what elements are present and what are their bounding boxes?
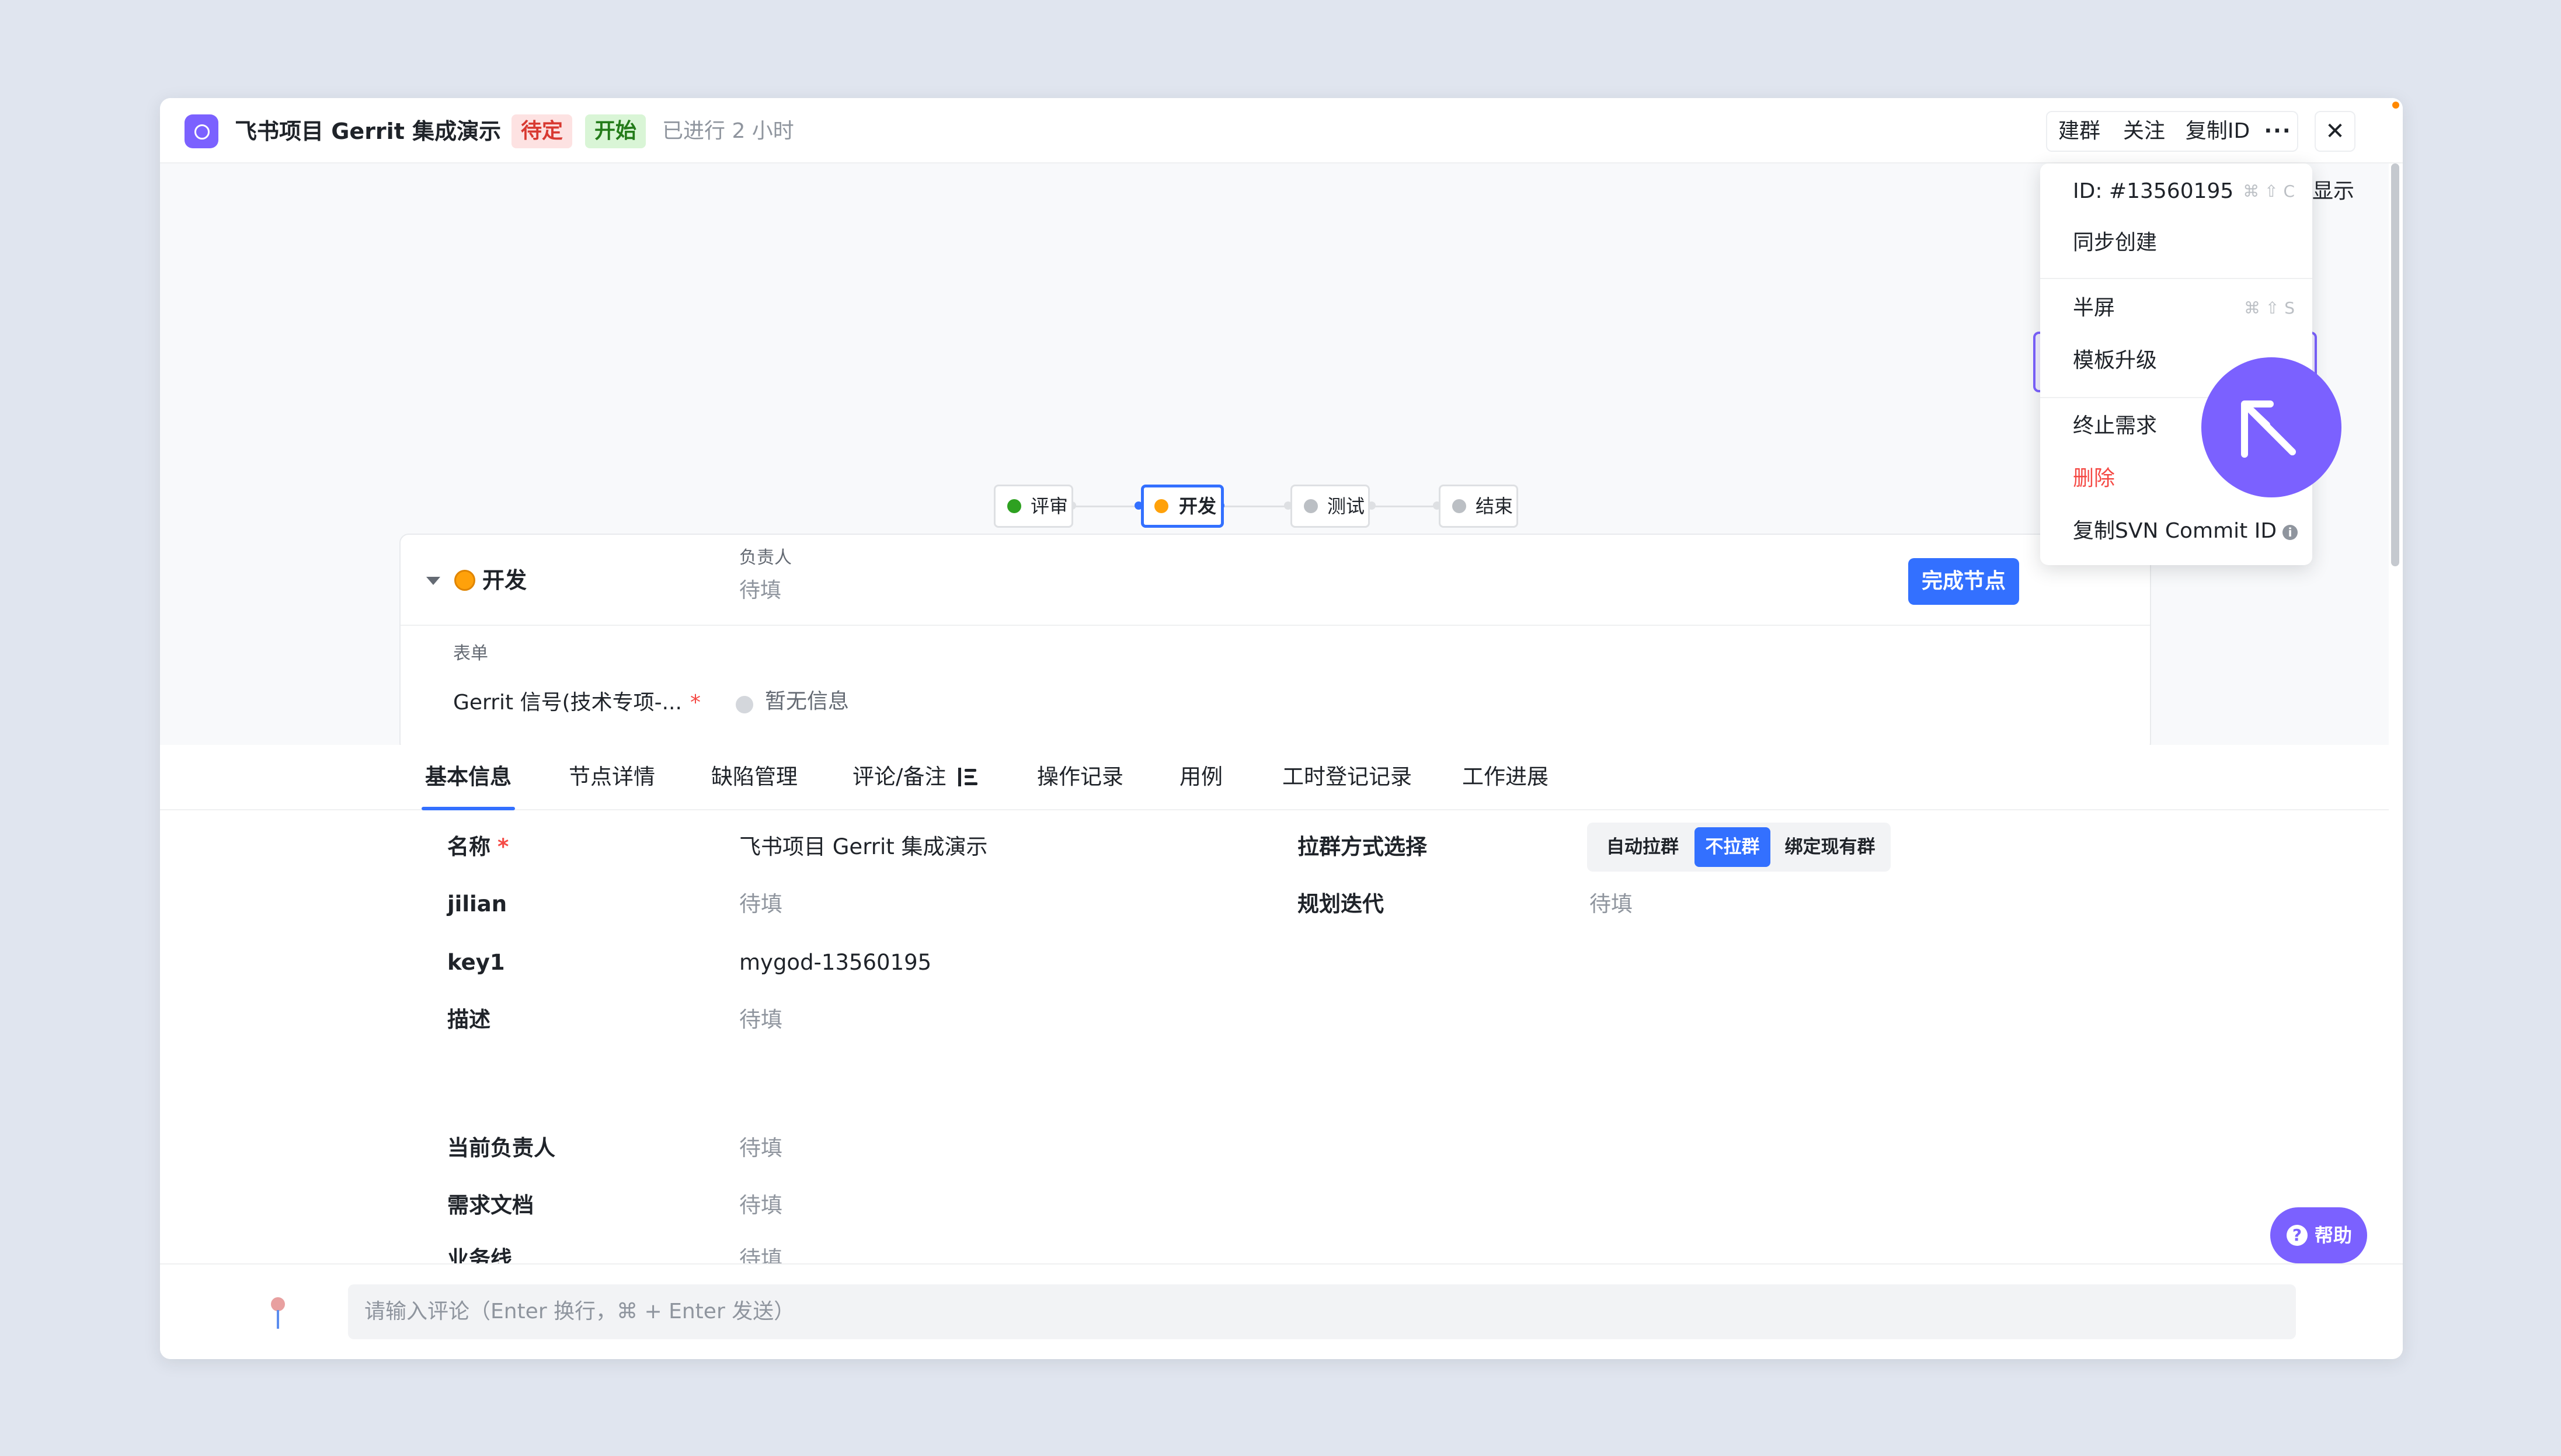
divider <box>401 625 2150 626</box>
menu-item-id[interactable]: ID: #13560195 <box>2073 177 2233 205</box>
field-value-owner[interactable]: 待填 <box>739 1134 782 1163</box>
field-label-jilian: jilian <box>447 891 507 917</box>
workflow-connector <box>1372 506 1439 507</box>
shortcut-copy-id: ⌘ ⇧ C <box>2243 182 2295 201</box>
field-value-jilian[interactable]: 待填 <box>739 890 782 919</box>
workflow-node-test[interactable]: 测试 <box>1290 485 1370 528</box>
status-badge[interactable]: 待定 <box>511 114 573 148</box>
menu-item-sync-create[interactable]: 同步创建 <box>2073 229 2157 257</box>
field-label-group: 拉群方式选择 <box>1297 834 1427 859</box>
workflow-node-label: 测试 <box>1327 495 1365 517</box>
field-value-name[interactable]: 飞书项目 Gerrit 集成演示 <box>739 833 988 862</box>
workflow-connector <box>1071 506 1138 507</box>
avatar <box>265 1297 291 1329</box>
status-dot <box>1154 499 1168 513</box>
segment-auto-group[interactable]: 自动拉群 <box>1593 827 1692 867</box>
owner-value[interactable]: 待填 <box>739 577 781 605</box>
required-mark: * <box>690 691 701 715</box>
field-label-key1: key1 <box>447 950 505 975</box>
scrollbar[interactable] <box>2391 163 2399 566</box>
node-detail-card: 开发 负责人 待填 完成节点 表单 Gerrit 信号(技术专项-... * 暂无… <box>399 534 2151 752</box>
field-label-iteration: 规划迭代 <box>1297 891 1384 917</box>
form-label: 表单 <box>453 643 488 664</box>
menu-item-terminate[interactable]: 终止需求 <box>2073 412 2157 440</box>
workflow-node-end[interactable]: 结束 <box>1439 485 1518 528</box>
segment-no-group[interactable]: 不拉群 <box>1694 827 1770 867</box>
status-dot <box>1007 499 1021 513</box>
field-value-iteration[interactable]: 待填 <box>1589 890 1633 919</box>
notification-dot <box>2392 102 2399 109</box>
info-icon: i <box>2282 525 2298 540</box>
form-field-text: Gerrit 信号(技术专项-... <box>453 691 682 715</box>
complete-node-button[interactable]: 完成节点 <box>1908 558 2019 605</box>
tab-node-detail[interactable]: 节点详情 <box>569 745 655 810</box>
tab-defects[interactable]: 缺陷管理 <box>711 745 798 810</box>
tab-cases[interactable]: 用例 <box>1179 745 1223 810</box>
page-title: 飞书项目 Gerrit 集成演示 <box>235 119 502 144</box>
close-icon[interactable]: ✕ <box>2315 111 2355 152</box>
node-status-icon <box>454 570 475 591</box>
workflow-node-label: 开发 <box>1179 495 1217 517</box>
app-icon <box>185 114 218 148</box>
field-value-doc[interactable]: 待填 <box>739 1191 782 1220</box>
workflow-node-label: 评审 <box>1031 495 1069 517</box>
workflow-connector <box>1223 506 1290 507</box>
tab-bar: 基本信息 节点详情 缺陷管理 评论/备注 操作记录 用例 工时登记记录 工作进展 <box>160 745 2389 810</box>
follow-button[interactable]: 关注 <box>2111 111 2178 152</box>
field-label-doc: 需求文档 <box>447 1193 534 1218</box>
workflow-node-label: 结束 <box>1476 495 1513 517</box>
empty-status-icon <box>736 696 753 713</box>
field-label-owner: 当前负责人 <box>447 1135 555 1161</box>
stage-badge[interactable]: 开始 <box>585 114 646 148</box>
create-group-button[interactable]: 建群 <box>2046 111 2113 152</box>
tab-comments[interactable]: 评论/备注 <box>852 745 979 810</box>
field-value-desc[interactable]: 待填 <box>739 1005 782 1034</box>
sort-icon[interactable] <box>956 768 979 786</box>
side-toggle-text[interactable]: 显示 <box>2312 177 2354 205</box>
shortcut-half-screen: ⌘ ⇧ S <box>2243 298 2295 318</box>
status-dot <box>1304 499 1318 513</box>
tab-progress[interactable]: 工作进展 <box>1462 745 1549 810</box>
menu-item-copy-svn-label: 复制SVN Commit ID <box>2073 519 2277 543</box>
form-field-label: Gerrit 信号(技术专项-... * <box>453 689 701 717</box>
required-mark: * <box>497 834 509 859</box>
status-dot <box>1452 499 1466 513</box>
tab-operation-log[interactable]: 操作记录 <box>1037 745 1123 810</box>
tab-worktime[interactable]: 工时登记记录 <box>1282 745 1412 810</box>
menu-item-delete[interactable]: 删除 <box>2073 465 2115 493</box>
form-field-value: 暂无信息 <box>765 689 850 713</box>
help-label: 帮助 <box>2315 1224 2353 1246</box>
help-button[interactable]: ? 帮助 <box>2270 1207 2367 1263</box>
segment-bind-group[interactable]: 绑定现有群 <box>1773 827 1887 867</box>
elapsed-time: 已进行 2 小时 <box>662 119 794 143</box>
field-label-desc: 描述 <box>447 1007 490 1032</box>
pointer-cursor-icon <box>2201 357 2341 497</box>
workflow-node-review[interactable]: 评审 <box>994 485 1073 528</box>
tab-comments-label: 评论/备注 <box>852 764 947 789</box>
comment-bar: 请输入评论（Enter 换行，⌘ + Enter 发送） <box>160 1263 2403 1359</box>
tab-basic-info[interactable]: 基本信息 <box>422 745 515 810</box>
field-value-key1[interactable]: mygod-13560195 <box>739 948 931 977</box>
help-icon: ? <box>2287 1225 2308 1246</box>
menu-divider <box>2040 278 2312 279</box>
owner-label: 负责人 <box>739 548 792 568</box>
menu-item-copy-svn[interactable]: 复制SVN Commit ID i <box>2073 517 2298 545</box>
more-menu-button[interactable]: ··· <box>2259 111 2298 152</box>
workflow-node-develop[interactable]: 开发 <box>1141 485 1224 528</box>
field-label-text: 名称 <box>447 834 490 859</box>
menu-item-template-upgrade[interactable]: 模板升级 <box>2073 347 2157 375</box>
header-bar: 飞书项目 Gerrit 集成演示 待定 开始 已进行 2 小时 建群 关注 复制… <box>160 98 2403 163</box>
menu-item-half-screen[interactable]: 半屏 <box>2073 294 2115 322</box>
field-label-name: 名称 * <box>447 833 509 862</box>
comment-input[interactable]: 请输入评论（Enter 换行，⌘ + Enter 发送） <box>348 1284 2296 1339</box>
group-mode-segmented: 自动拉群 不拉群 绑定现有群 <box>1587 823 1891 872</box>
node-name: 开发 <box>482 567 527 593</box>
collapse-caret-icon[interactable] <box>426 577 440 585</box>
copy-id-button[interactable]: 复制ID <box>2177 111 2260 152</box>
